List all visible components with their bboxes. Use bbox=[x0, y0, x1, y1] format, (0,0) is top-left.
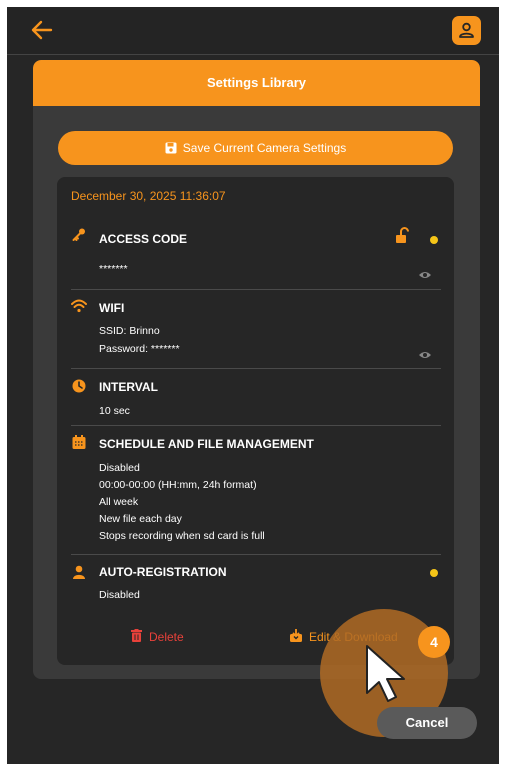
person-icon bbox=[71, 564, 87, 580]
status-indicator-dot bbox=[430, 236, 438, 244]
wifi-icon bbox=[71, 298, 87, 314]
key-icon bbox=[71, 227, 87, 243]
divider bbox=[71, 368, 441, 369]
schedule-line: Stops recording when sd card is full bbox=[99, 530, 265, 542]
settings-entry-card: December 30, 2025 11:36:07 ACCESS CODE *… bbox=[57, 177, 454, 665]
settings-library-panel: Settings Library Save Current Camera Set… bbox=[33, 60, 480, 679]
divider bbox=[71, 554, 441, 555]
divider bbox=[71, 289, 441, 290]
calendar-icon bbox=[71, 434, 87, 450]
top-bar bbox=[7, 7, 499, 55]
timer-icon bbox=[71, 378, 87, 394]
schedule-line: 00:00-00:00 (HH:mm, 24h format) bbox=[99, 479, 257, 491]
save-current-settings-button[interactable]: Save Current Camera Settings bbox=[58, 131, 453, 165]
delete-label: Delete bbox=[149, 630, 184, 644]
user-icon bbox=[459, 22, 474, 38]
access-code-title: ACCESS CODE bbox=[99, 232, 188, 246]
settings-library-title: Settings Library bbox=[207, 75, 306, 90]
access-code-value: ******* bbox=[99, 263, 128, 275]
delete-button[interactable]: Delete bbox=[131, 629, 184, 645]
schedule-line: All week bbox=[99, 496, 139, 508]
auto-registration-value: Disabled bbox=[99, 589, 140, 601]
eye-icon[interactable] bbox=[418, 267, 432, 278]
download-icon bbox=[290, 628, 302, 645]
save-icon bbox=[165, 142, 177, 154]
schedule-title: SCHEDULE AND FILE MANAGEMENT bbox=[99, 437, 314, 451]
save-button-label: Save Current Camera Settings bbox=[182, 141, 347, 155]
settings-library-header: Settings Library bbox=[33, 60, 480, 106]
interval-title: INTERVAL bbox=[99, 380, 158, 394]
divider bbox=[71, 425, 441, 426]
schedule-line: Disabled bbox=[99, 462, 140, 474]
interval-value: 10 sec bbox=[99, 405, 130, 417]
step-badge: 4 bbox=[418, 626, 450, 658]
unlock-icon bbox=[395, 227, 411, 249]
profile-button[interactable] bbox=[452, 16, 481, 45]
trash-icon bbox=[131, 629, 142, 645]
wifi-password: Password: ******* bbox=[99, 343, 180, 355]
entry-date: December 30, 2025 11:36:07 bbox=[71, 189, 226, 203]
status-indicator-dot bbox=[430, 569, 438, 577]
schedule-line: New file each day bbox=[99, 513, 182, 525]
wifi-ssid: SSID: Brinno bbox=[99, 325, 160, 337]
auto-registration-title: AUTO-REGISTRATION bbox=[99, 565, 227, 579]
arrow-left-icon[interactable] bbox=[29, 17, 55, 43]
eye-icon[interactable] bbox=[418, 347, 432, 358]
cursor-pointer-icon bbox=[363, 643, 419, 710]
cancel-button[interactable]: Cancel bbox=[377, 707, 477, 739]
app-frame: Settings Library Save Current Camera Set… bbox=[7, 7, 499, 764]
wifi-title: WIFI bbox=[99, 301, 125, 315]
